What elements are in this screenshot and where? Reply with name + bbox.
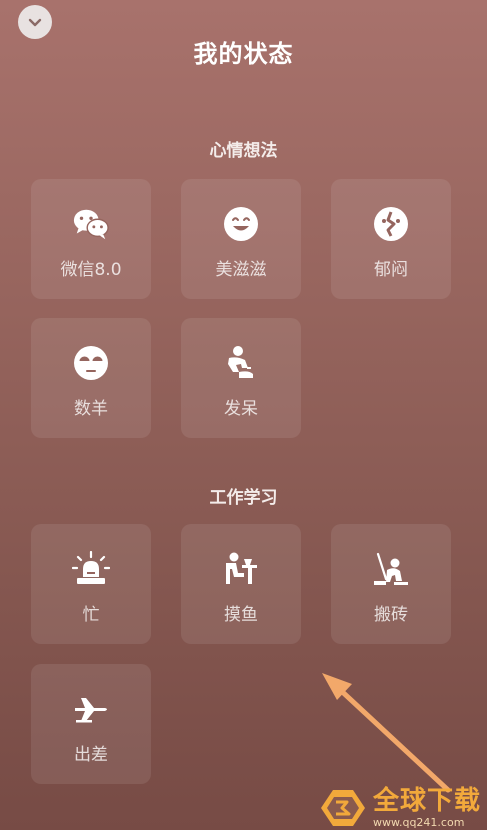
watermark-url: www.qq241.com <box>372 816 465 829</box>
watermark-logo-icon <box>320 790 365 826</box>
annotation-arrow <box>322 673 451 793</box>
watermark-name: 全球下载 <box>372 786 481 816</box>
watermark: 全球下载 www.qq241.com <box>319 788 481 828</box>
